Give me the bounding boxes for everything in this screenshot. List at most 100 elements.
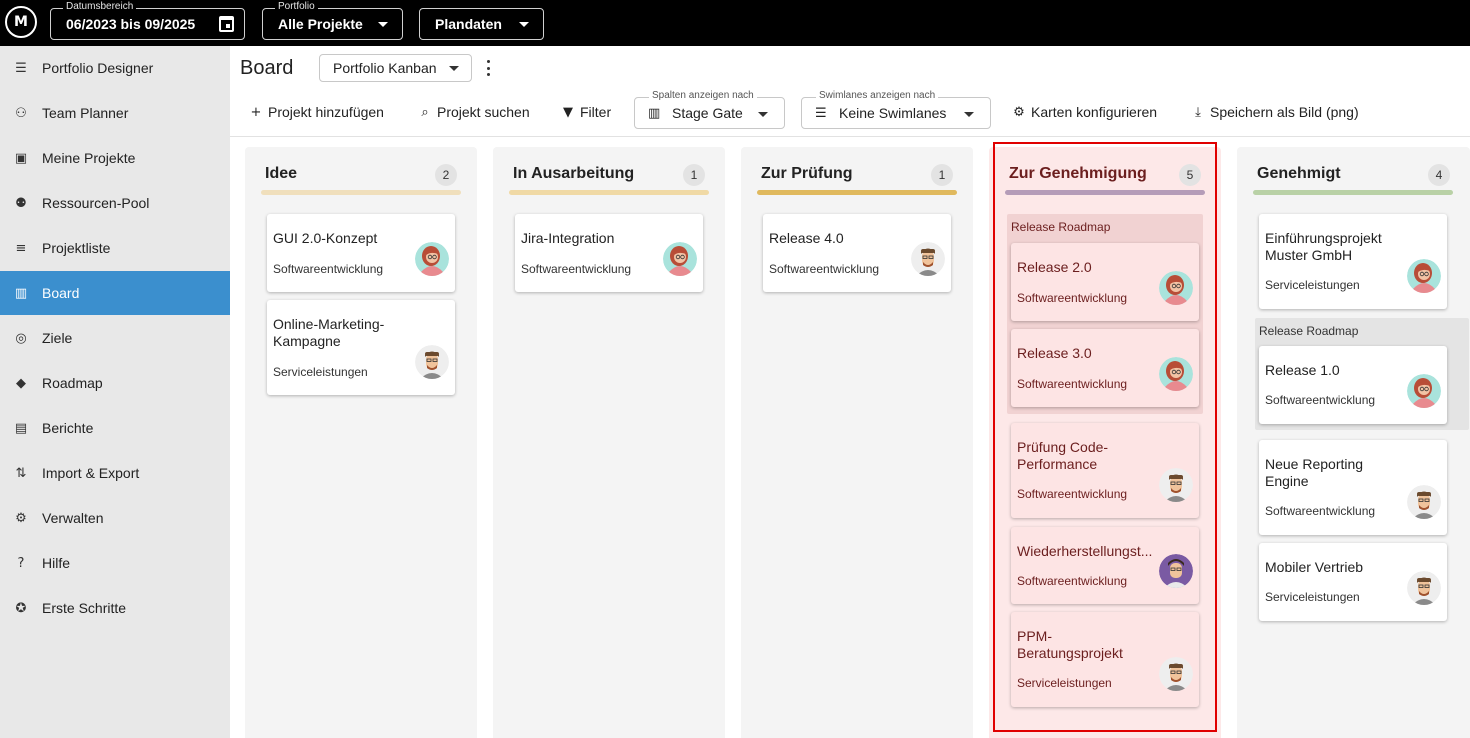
sidebar: ☰ Portfolio Designer ⚇ Team Planner ▣ Me… bbox=[0, 46, 230, 738]
columns-icon: ▥ bbox=[648, 106, 661, 121]
swimlanes-by-label: Swimlanes anzeigen nach bbox=[816, 90, 939, 102]
configure-cards-button[interactable]: ⚙ Karten konfigurieren bbox=[1012, 103, 1157, 121]
roadmap-icon: ◆ bbox=[16, 375, 26, 391]
project-card[interactable]: Einführungsprojekt Muster GmbH Servicele… bbox=[1259, 214, 1447, 309]
sidebar-item-hilfe[interactable]: ? Hilfe bbox=[0, 541, 230, 585]
card-tag: Softwareentwicklung bbox=[1265, 504, 1376, 518]
data-mode-value: Plandaten bbox=[435, 16, 502, 32]
column-title: Zur Prüfung bbox=[761, 165, 853, 182]
save-image-button[interactable]: ⤓ Speichern als Bild (png) bbox=[1191, 103, 1359, 121]
card-tag: Serviceleistungen bbox=[273, 365, 368, 379]
board-column-genehmigt: Genehmigt 4 Einführungsprojekt Muster Gm… bbox=[1237, 147, 1470, 738]
sidebar-item-label: Ressourcen-Pool bbox=[42, 195, 150, 211]
project-card[interactable]: Release 4.0 Softwareentwicklung bbox=[763, 214, 951, 292]
sidebar-item-berichte[interactable]: ▤ Berichte bbox=[0, 406, 230, 450]
filter-button[interactable]: ▼ Filter bbox=[561, 103, 611, 121]
card-title: Release 4.0 bbox=[769, 230, 844, 246]
card-tag: Softwareentwicklung bbox=[1265, 393, 1376, 407]
sidebar-item-meine-projekte[interactable]: ▣ Meine Projekte bbox=[0, 136, 230, 180]
card-tag: Softwareentwicklung bbox=[273, 262, 384, 276]
columns-by-select[interactable]: Spalten anzeigen nach ▥ Stage Gate bbox=[634, 90, 785, 129]
sidebar-item-label: Roadmap bbox=[42, 375, 103, 391]
sidebar-item-label: Erste Schritte bbox=[42, 600, 127, 616]
portfolio-select[interactable]: Portfolio Alle Projekte bbox=[262, 1, 403, 40]
sidebar-item-verwalten[interactable]: ⚙ Verwalten bbox=[0, 496, 230, 540]
plus-icon: + bbox=[250, 104, 262, 120]
sidebar-item-label: Ziele bbox=[42, 330, 73, 346]
man-avatar-icon bbox=[911, 242, 945, 276]
sidebar-item-import-export[interactable]: ⇅ Import & Export bbox=[0, 451, 230, 495]
column-count-badge: 2 bbox=[435, 164, 457, 186]
portfolio-designer-icon: ☰ bbox=[15, 60, 27, 76]
project-card[interactable]: GUI 2.0-Konzept Softwareentwicklung bbox=[267, 214, 455, 292]
filter-label: Filter bbox=[580, 104, 612, 120]
woman-avatar-icon bbox=[1407, 259, 1441, 293]
target-icon: ◎ bbox=[15, 330, 27, 346]
project-card[interactable]: Jira-Integration Softwareentwicklung bbox=[515, 214, 703, 292]
chevron-down-icon bbox=[449, 66, 459, 71]
highlight-frame bbox=[993, 142, 1217, 732]
sidebar-item-projektliste[interactable]: ≡ Projektliste bbox=[0, 226, 230, 270]
woman-avatar-icon bbox=[415, 242, 449, 276]
columns-by-value: Stage Gate bbox=[672, 105, 743, 121]
card-title: Einführungsprojekt Muster GmbH bbox=[1265, 230, 1382, 263]
more-options-icon[interactable] bbox=[484, 60, 492, 76]
resource-pool-icon: ⚉ bbox=[15, 195, 27, 211]
card-title: Jira-Integration bbox=[521, 230, 615, 246]
board-column-idee: Idee 2 GUI 2.0-Konzept Softwareentwicklu… bbox=[245, 147, 477, 738]
sidebar-item-erste-schritte[interactable]: ✪ Erste Schritte bbox=[0, 586, 230, 630]
list-icon: ≡ bbox=[15, 240, 27, 256]
column-color-bar bbox=[757, 190, 957, 195]
project-card[interactable]: Release 1.0 Softwareentwicklung bbox=[1259, 346, 1447, 424]
page-title: Board bbox=[240, 57, 294, 79]
board-column-zur-pruefung: Zur Prüfung 1 Release 4.0 Softwareentwic… bbox=[741, 147, 973, 738]
app-logo[interactable]: M bbox=[5, 6, 37, 38]
column-count-badge: 1 bbox=[683, 164, 705, 186]
card-title: Mobiler Vertrieb bbox=[1265, 559, 1364, 575]
sidebar-item-ziele[interactable]: ◎ Ziele bbox=[0, 316, 230, 360]
swimlanes-by-select[interactable]: Swimlanes anzeigen nach ☰ Keine Swimlane… bbox=[801, 90, 991, 129]
search-project-button[interactable]: ⌕ Projekt suchen bbox=[418, 103, 530, 121]
save-image-label: Speichern als Bild (png) bbox=[1210, 104, 1359, 120]
sidebar-item-board[interactable]: ▥ Board bbox=[0, 271, 230, 315]
columns-by-label: Spalten anzeigen nach bbox=[649, 90, 757, 102]
woman-avatar-icon bbox=[1407, 374, 1441, 408]
date-range-field[interactable]: Datumsbereich 06/2023 bis 09/2025 bbox=[50, 1, 245, 40]
calendar-icon[interactable] bbox=[219, 16, 234, 32]
card-title: GUI 2.0-Konzept bbox=[273, 230, 378, 246]
man-avatar-icon bbox=[1407, 485, 1441, 519]
search-project-label: Projekt suchen bbox=[437, 104, 530, 120]
board-select-value: Portfolio Kanban bbox=[333, 60, 437, 76]
project-card[interactable]: Online-Marketing-Kampagne Serviceleistun… bbox=[267, 300, 455, 395]
configure-cards-label: Karten konfigurieren bbox=[1031, 104, 1158, 120]
import-export-icon: ⇅ bbox=[15, 465, 27, 481]
card-title: Online-Marketing-Kampagne bbox=[273, 316, 385, 349]
card-tag: Serviceleistungen bbox=[1265, 590, 1360, 604]
swimlanes-by-value: Keine Swimlanes bbox=[839, 105, 947, 121]
add-project-button[interactable]: + Projekt hinzufügen bbox=[249, 103, 384, 121]
board-select[interactable]: Portfolio Kanban bbox=[319, 54, 472, 82]
header-divider bbox=[230, 136, 1470, 137]
group-label: Release Roadmap bbox=[1259, 324, 1359, 338]
gear-icon: ⚙ bbox=[15, 510, 27, 526]
card-tag: Softwareentwicklung bbox=[521, 262, 632, 276]
column-title: Genehmigt bbox=[1257, 165, 1341, 182]
woman-avatar-icon bbox=[663, 242, 697, 276]
board-column-in-ausarbeitung: In Ausarbeitung 1 Jira-Integration Softw… bbox=[493, 147, 725, 738]
chevron-down-icon bbox=[519, 22, 529, 27]
sidebar-item-ressourcen-pool[interactable]: ⚉ Ressourcen-Pool bbox=[0, 181, 230, 225]
data-mode-select[interactable]: Plandaten bbox=[419, 8, 544, 40]
help-icon: ? bbox=[17, 555, 25, 571]
compass-icon: ✪ bbox=[15, 600, 27, 616]
download-icon: ⤓ bbox=[1195, 104, 1201, 120]
sidebar-item-label: Verwalten bbox=[42, 510, 104, 526]
sidebar-item-roadmap[interactable]: ◆ Roadmap bbox=[0, 361, 230, 405]
project-card[interactable]: Mobiler Vertrieb Serviceleistungen bbox=[1259, 543, 1447, 621]
project-card[interactable]: Neue Reporting Engine Softwareentwicklun… bbox=[1259, 440, 1447, 535]
column-title: In Ausarbeitung bbox=[513, 165, 635, 182]
sidebar-item-team-planner[interactable]: ⚇ Team Planner bbox=[0, 91, 230, 135]
sidebar-item-portfolio-designer[interactable]: ☰ Portfolio Designer bbox=[0, 46, 230, 90]
portfolio-value: Alle Projekte bbox=[278, 16, 363, 32]
sidebar-item-label: Hilfe bbox=[42, 555, 71, 571]
card-title: Release 1.0 bbox=[1265, 362, 1340, 378]
